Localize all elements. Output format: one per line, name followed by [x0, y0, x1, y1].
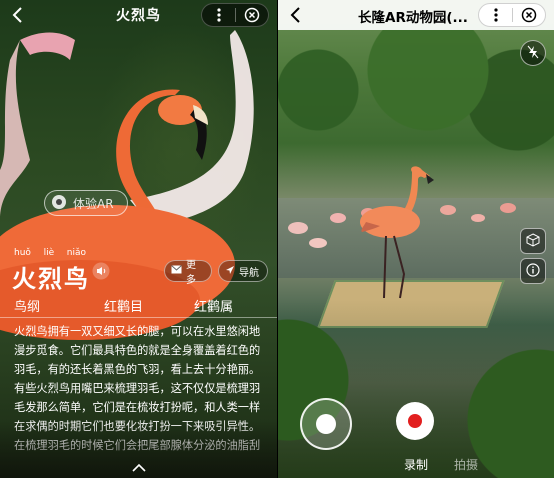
experience-ar-button[interactable]: 体验AR	[44, 190, 128, 216]
back-chevron-icon[interactable]	[288, 6, 304, 24]
mini-program-topbar: 火烈鸟	[0, 0, 277, 30]
ar-button-label: 体验AR	[73, 196, 114, 211]
taxonomy-order: 红鹳目	[104, 300, 144, 315]
navigation-button[interactable]: 导航	[218, 260, 268, 282]
navigation-arrow-icon	[225, 265, 235, 278]
pinyin-syllable: huǒ	[14, 248, 31, 258]
ar-icon	[51, 194, 67, 213]
foreground-bushes	[278, 300, 554, 478]
mode-record-label[interactable]: 录制	[404, 456, 428, 473]
ar-topbar: 长隆AR动物园(...	[278, 0, 554, 30]
cube-button[interactable]	[520, 228, 546, 254]
close-circle-icon[interactable]	[513, 4, 545, 26]
record-button[interactable]	[396, 402, 434, 440]
pinyin: huǒ liè niǎo	[14, 248, 86, 258]
taxonomy-row: 鸟纲 红鹳目 红鹳属	[0, 288, 277, 318]
nav-label: 导航	[239, 267, 259, 279]
more-button[interactable]: 更多	[164, 260, 212, 286]
species-detail-panel: 火烈鸟 体验AR huǒ liè niǎo 火烈鸟 更多 导航 鸟纲 红鹳目 红…	[0, 0, 277, 478]
back-chevron-icon[interactable]	[10, 6, 26, 24]
page-title: 火烈鸟	[116, 8, 161, 24]
mode-photo-label[interactable]: 拍摄	[454, 456, 478, 473]
ar-camera-panel: 长隆AR动物园(... 录制 拍摄	[278, 0, 554, 478]
joystick-knob[interactable]	[316, 414, 336, 434]
taxonomy-genus: 红鹳属	[194, 300, 234, 315]
more-dots-icon[interactable]	[202, 4, 235, 26]
chevron-up-icon[interactable]	[131, 458, 147, 472]
flash-icon	[527, 44, 539, 63]
taxonomy-class: 鸟纲	[14, 300, 41, 315]
pinyin-syllable: niǎo	[66, 248, 86, 258]
speaker-icon[interactable]	[92, 262, 110, 280]
ar-flamingo-model	[360, 166, 434, 299]
ar-page-title: 长隆AR动物园(...	[358, 10, 468, 26]
taxonomy-divider	[0, 317, 277, 318]
more-label: 更多	[186, 260, 196, 286]
close-circle-icon[interactable]	[236, 4, 268, 26]
joystick-control[interactable]	[300, 398, 352, 450]
record-dot	[408, 414, 422, 428]
flash-button[interactable]	[520, 40, 546, 66]
mini-program-capsule	[201, 3, 269, 27]
cube-icon	[526, 232, 540, 251]
more-dots-icon[interactable]	[479, 4, 512, 26]
info-icon	[526, 262, 540, 281]
mini-program-capsule	[478, 3, 546, 27]
pinyin-syllable: liè	[43, 248, 55, 258]
info-button[interactable]	[520, 258, 546, 284]
envelope-icon	[171, 265, 182, 277]
